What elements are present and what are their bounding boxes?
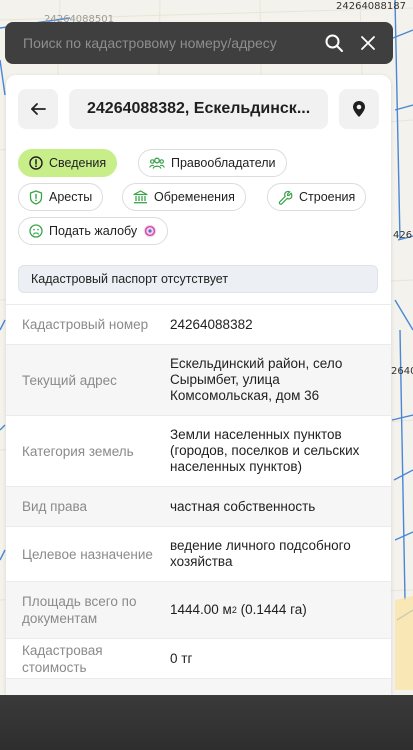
tab-label: Сведения [49,156,107,170]
parcel-info-panel: 24264088382, Ескельдинск... Сведения Пра… [6,75,391,695]
row-label: Площадь всего по документам [22,594,137,626]
info-circle-icon [29,156,43,170]
bottom-overlay [0,695,413,750]
passport-notice: Кадастровый паспорт отсутствует [18,265,378,293]
tab-label: Аресты [49,190,93,204]
tab-label: Строения [299,190,356,204]
row-label: Категория земель [22,443,134,459]
table-row: Текущий адрес Ескельдинский район, село … [6,344,391,415]
parcel-details-table: Кадастровый номер 24264088382 Текущий ад… [6,304,391,695]
close-icon[interactable] [355,30,381,56]
wrench-icon [278,190,293,205]
tab-complaint[interactable]: Подать жалобу [18,217,169,245]
parcel-title-text: 24264088382, Ескельдинск... [87,100,311,117]
shield-alert-icon [29,189,43,205]
table-row: Категория земель Земли населенных пункто… [6,415,391,486]
table-row: Целевое назначение ведение личного подсо… [6,526,391,581]
tab-owners[interactable]: Правообладатели [138,149,287,177]
panel-header: 24264088382, Ескельдинск... [6,75,391,129]
search-bar: Поиск по кадастровому номеру/адресу [5,22,393,64]
tab-arrests[interactable]: Аресты [18,183,104,211]
area-value: 1444.00 м [170,602,232,617]
table-row: Площадь всего по документам 1444.00 м2 (… [6,581,391,638]
show-on-map-button[interactable] [339,89,379,129]
table-row: Кадастровый номер 24264088382 [6,304,391,344]
back-button[interactable] [18,89,58,129]
table-row: Кадастровая стоимость 0 тг [6,638,391,678]
search-input[interactable]: Поиск по кадастровому номеру/адресу [23,35,313,51]
row-value: Ескельдинский район, село Сырымбет, улиц… [170,356,343,403]
tab-label: Подать жалобу [49,224,138,238]
row-value: частная собственность [170,498,316,514]
row-value: 1444.00 м2 (0.1444 га) [170,582,391,638]
row-value: 24264088382 [170,316,253,332]
tab-label: Правообладатели [171,156,276,170]
tab-info[interactable]: Сведения [18,149,118,177]
tab-buildings[interactable]: Строения [267,183,367,211]
row-label: Целевое назначение [22,546,153,562]
email-badge-icon [143,224,157,238]
tab-label: Обременения [154,190,235,204]
row-label: Вид права [22,499,88,514]
map-pin-icon [353,101,365,117]
users-icon [149,157,165,169]
row-value: ведение личного подсобного хозяйства [170,538,351,569]
map-parcel-label: 426 [393,230,413,241]
row-label: Кадастровый номер [22,317,149,332]
row-label: Текущий адрес [22,372,117,388]
sad-face-icon [29,224,43,238]
map-parcel-label: 2640 [391,366,413,377]
row-value: Земли населенных пунктов (городов, посел… [170,427,360,474]
table-row [6,678,391,695]
parcel-title: 24264088382, Ескельдинск... [69,89,328,129]
tab-encumbrances[interactable]: Обременения [122,183,246,211]
table-row: Вид права частная собственность [6,486,391,526]
bank-icon [133,190,148,204]
row-value: 0 тг [170,650,193,666]
map-parcel-label: 24264088187 [336,1,406,12]
row-label: Кадастровая стоимость [22,642,103,675]
arrow-left-icon [31,103,46,115]
search-icon[interactable] [321,30,347,56]
area-hectares: (0.1444 га) [236,602,307,617]
